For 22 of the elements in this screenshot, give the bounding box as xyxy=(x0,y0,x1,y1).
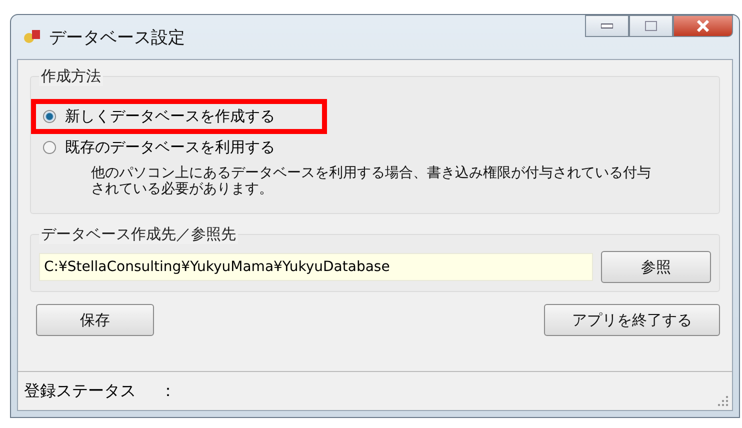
save-button[interactable]: 保存 xyxy=(36,304,154,336)
close-icon xyxy=(696,20,710,32)
status-separator: ： xyxy=(160,380,176,402)
window-title: データベース設定 xyxy=(49,26,185,48)
close-button[interactable] xyxy=(673,15,733,37)
note-text: 他のパソコン上にあるデータベースを利用する場合、書き込み権限が付与されている付与されている必要があります。 xyxy=(91,165,652,197)
radio-button[interactable] xyxy=(43,110,56,123)
option-label[interactable]: 既存のデータベースを利用する xyxy=(65,138,275,157)
maximize-icon xyxy=(645,21,657,31)
minimize-icon xyxy=(601,23,613,29)
browse-button[interactable]: 参照 xyxy=(601,251,711,283)
minimize-button[interactable] xyxy=(585,15,629,37)
app-icon xyxy=(23,28,41,46)
resize-grip-icon[interactable] xyxy=(718,396,728,406)
maximize-button[interactable] xyxy=(629,15,673,37)
group-label: データベース作成先／参照先 xyxy=(39,225,238,244)
option-label[interactable]: 新しくデータベースを作成する xyxy=(65,107,275,126)
status-label: 登録ステータス xyxy=(24,380,136,402)
exit-button[interactable]: アプリを終了する xyxy=(544,304,720,336)
group-label: 作成方法 xyxy=(39,67,103,86)
radio-button[interactable] xyxy=(43,141,56,154)
path-field[interactable]: C:¥StellaConsulting¥YukyuMama¥YukyuDatabase xyxy=(39,253,593,281)
